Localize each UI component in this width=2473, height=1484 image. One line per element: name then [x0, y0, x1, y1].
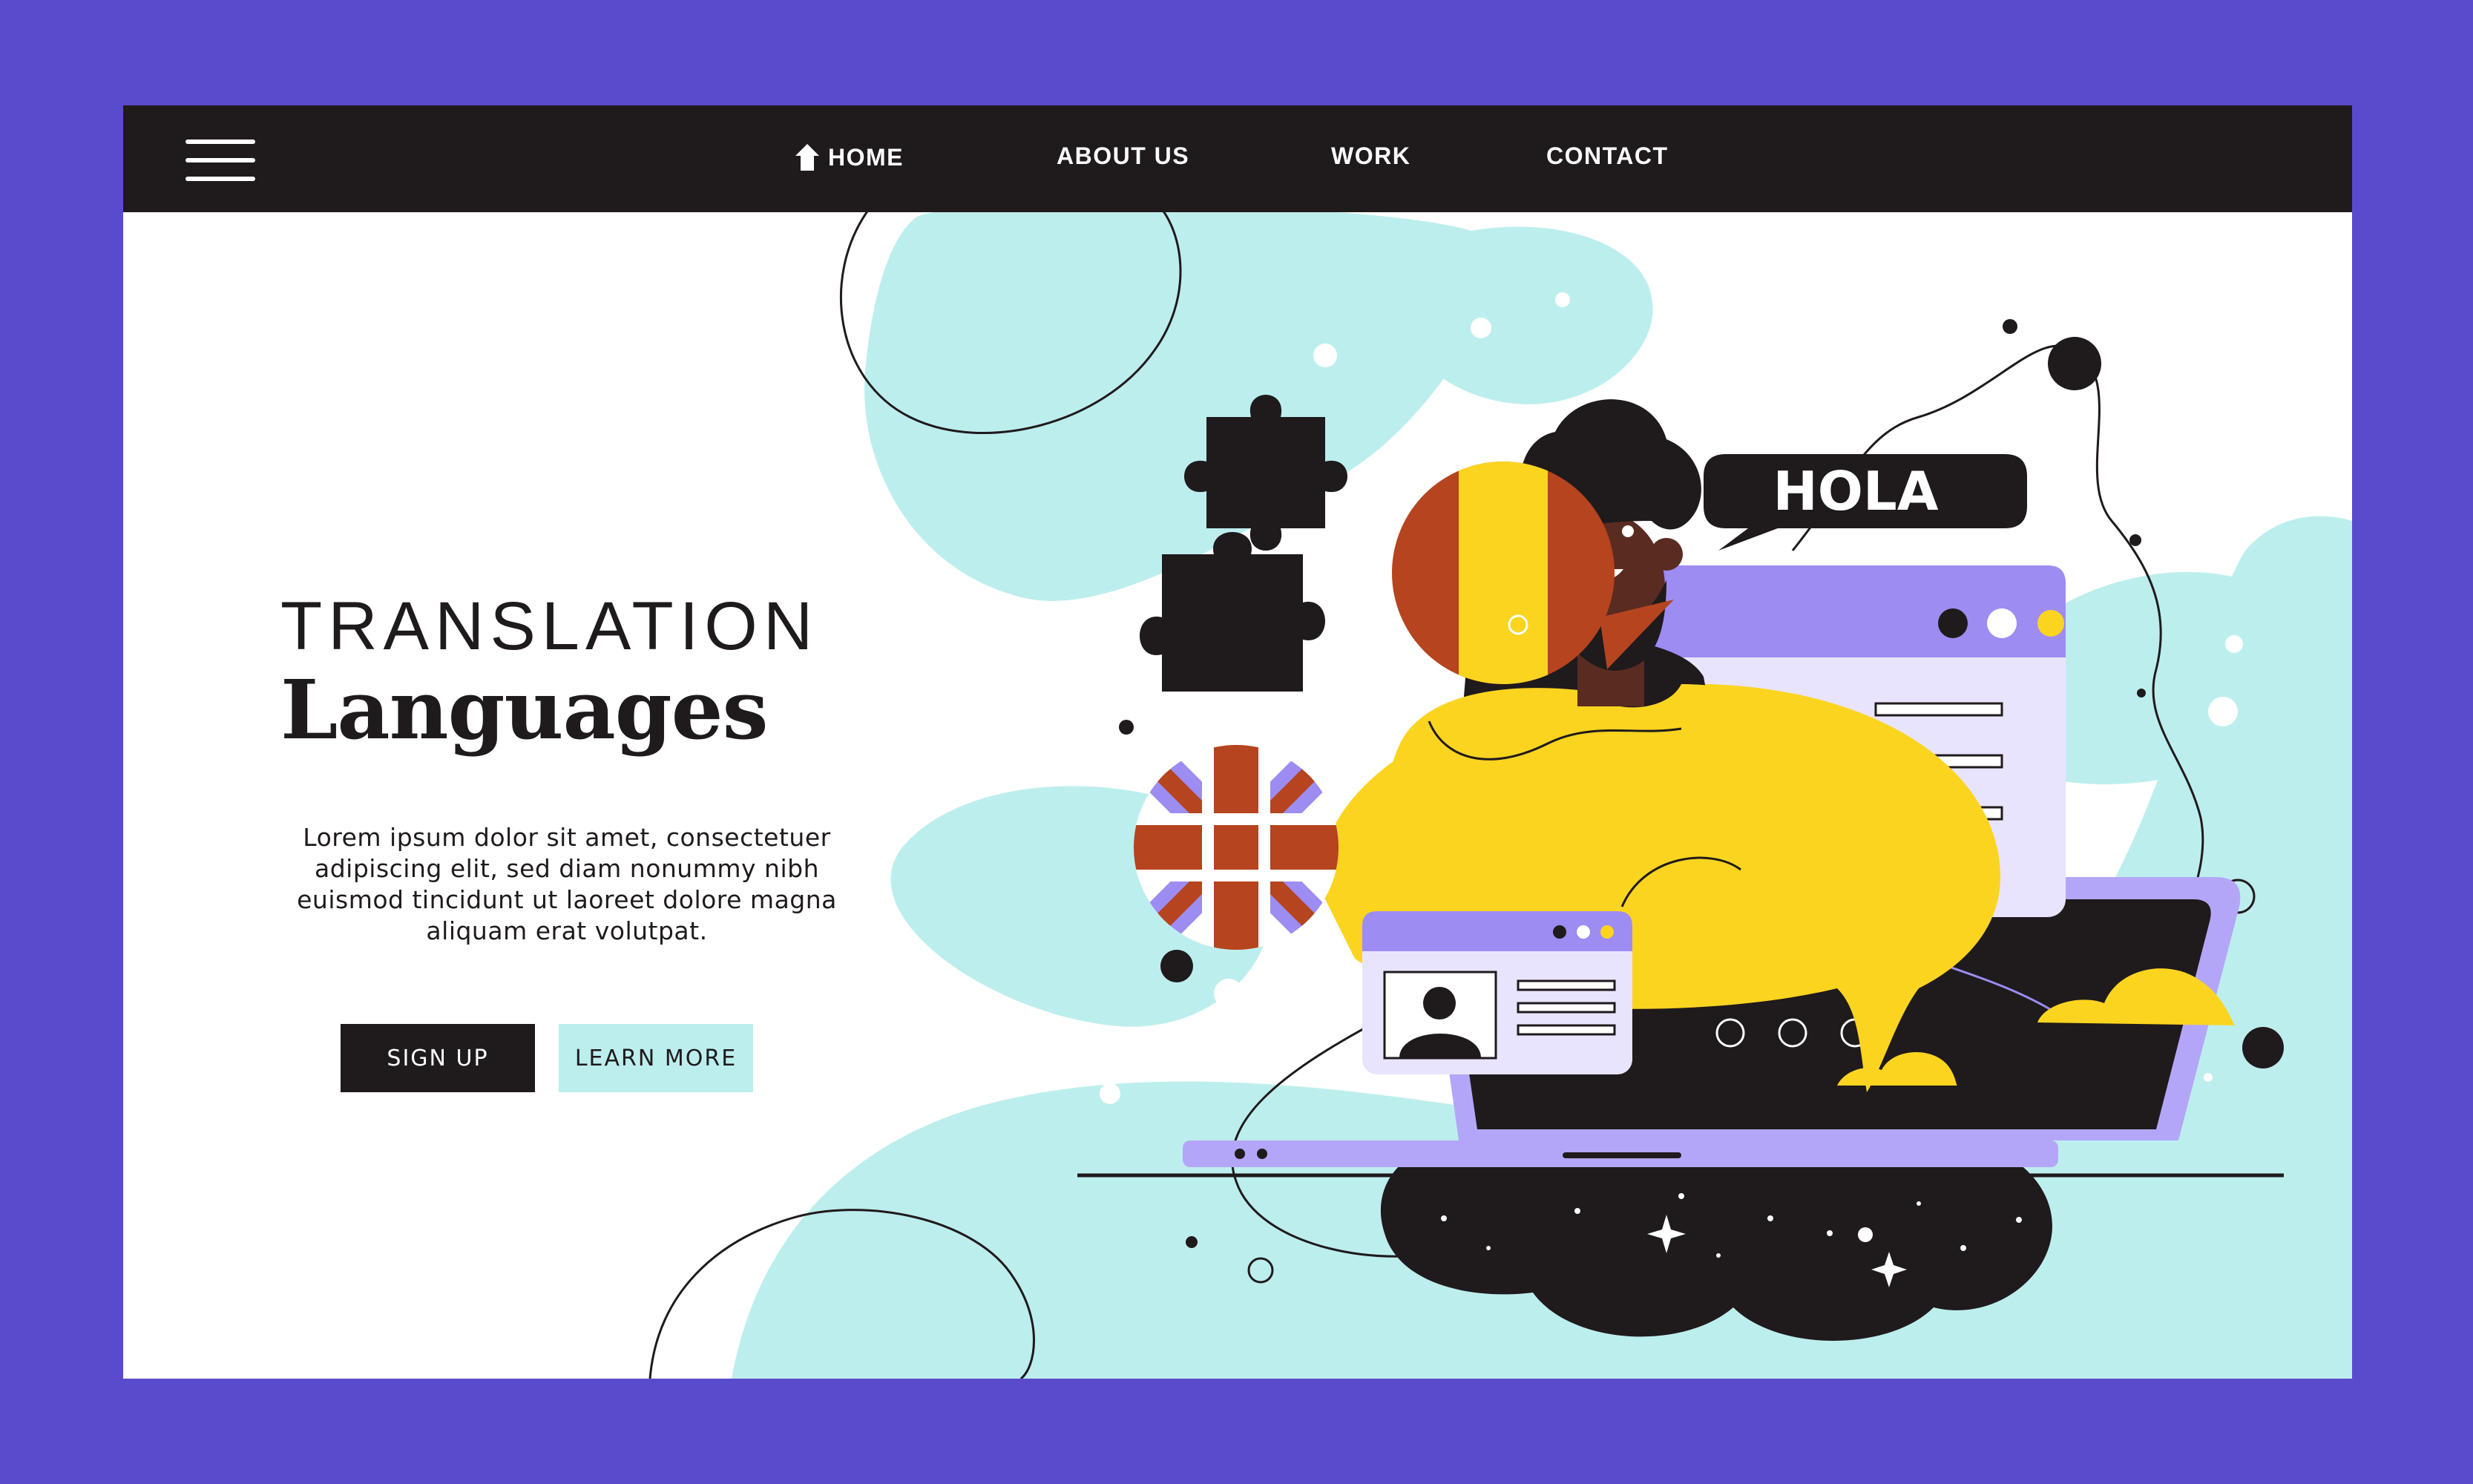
sign-up-button[interactable]: SIGN UP [341, 1024, 535, 1092]
learn-more-button[interactable]: LEARN MORE [559, 1024, 753, 1092]
landing-page: HOLA HOME ABOUT US WORK CONTACT TRANSLAT… [123, 105, 2352, 1379]
puzzle-piece [1140, 532, 1325, 692]
hamburger-menu-icon[interactable] [185, 139, 255, 181]
nav-contact[interactable]: CONTACT [1546, 142, 1669, 170]
nav-home[interactable]: HOME [794, 142, 904, 172]
nav-work[interactable]: WORK [1331, 142, 1410, 170]
nav-about-us[interactable]: ABOUT US [1057, 142, 1189, 170]
hola-text: HOLA [1773, 460, 1938, 522]
hero-title: Languages [280, 662, 769, 758]
home-icon [795, 144, 819, 171]
puzzle-piece [1184, 395, 1347, 551]
nav-home-label: HOME [828, 143, 904, 171]
top-nav: HOME ABOUT US WORK CONTACT [123, 105, 2352, 212]
hero-description: Lorem ipsum dolor sit amet, consectetuer… [297, 823, 837, 945]
hero-eyebrow: TRANSLATION [280, 588, 819, 664]
